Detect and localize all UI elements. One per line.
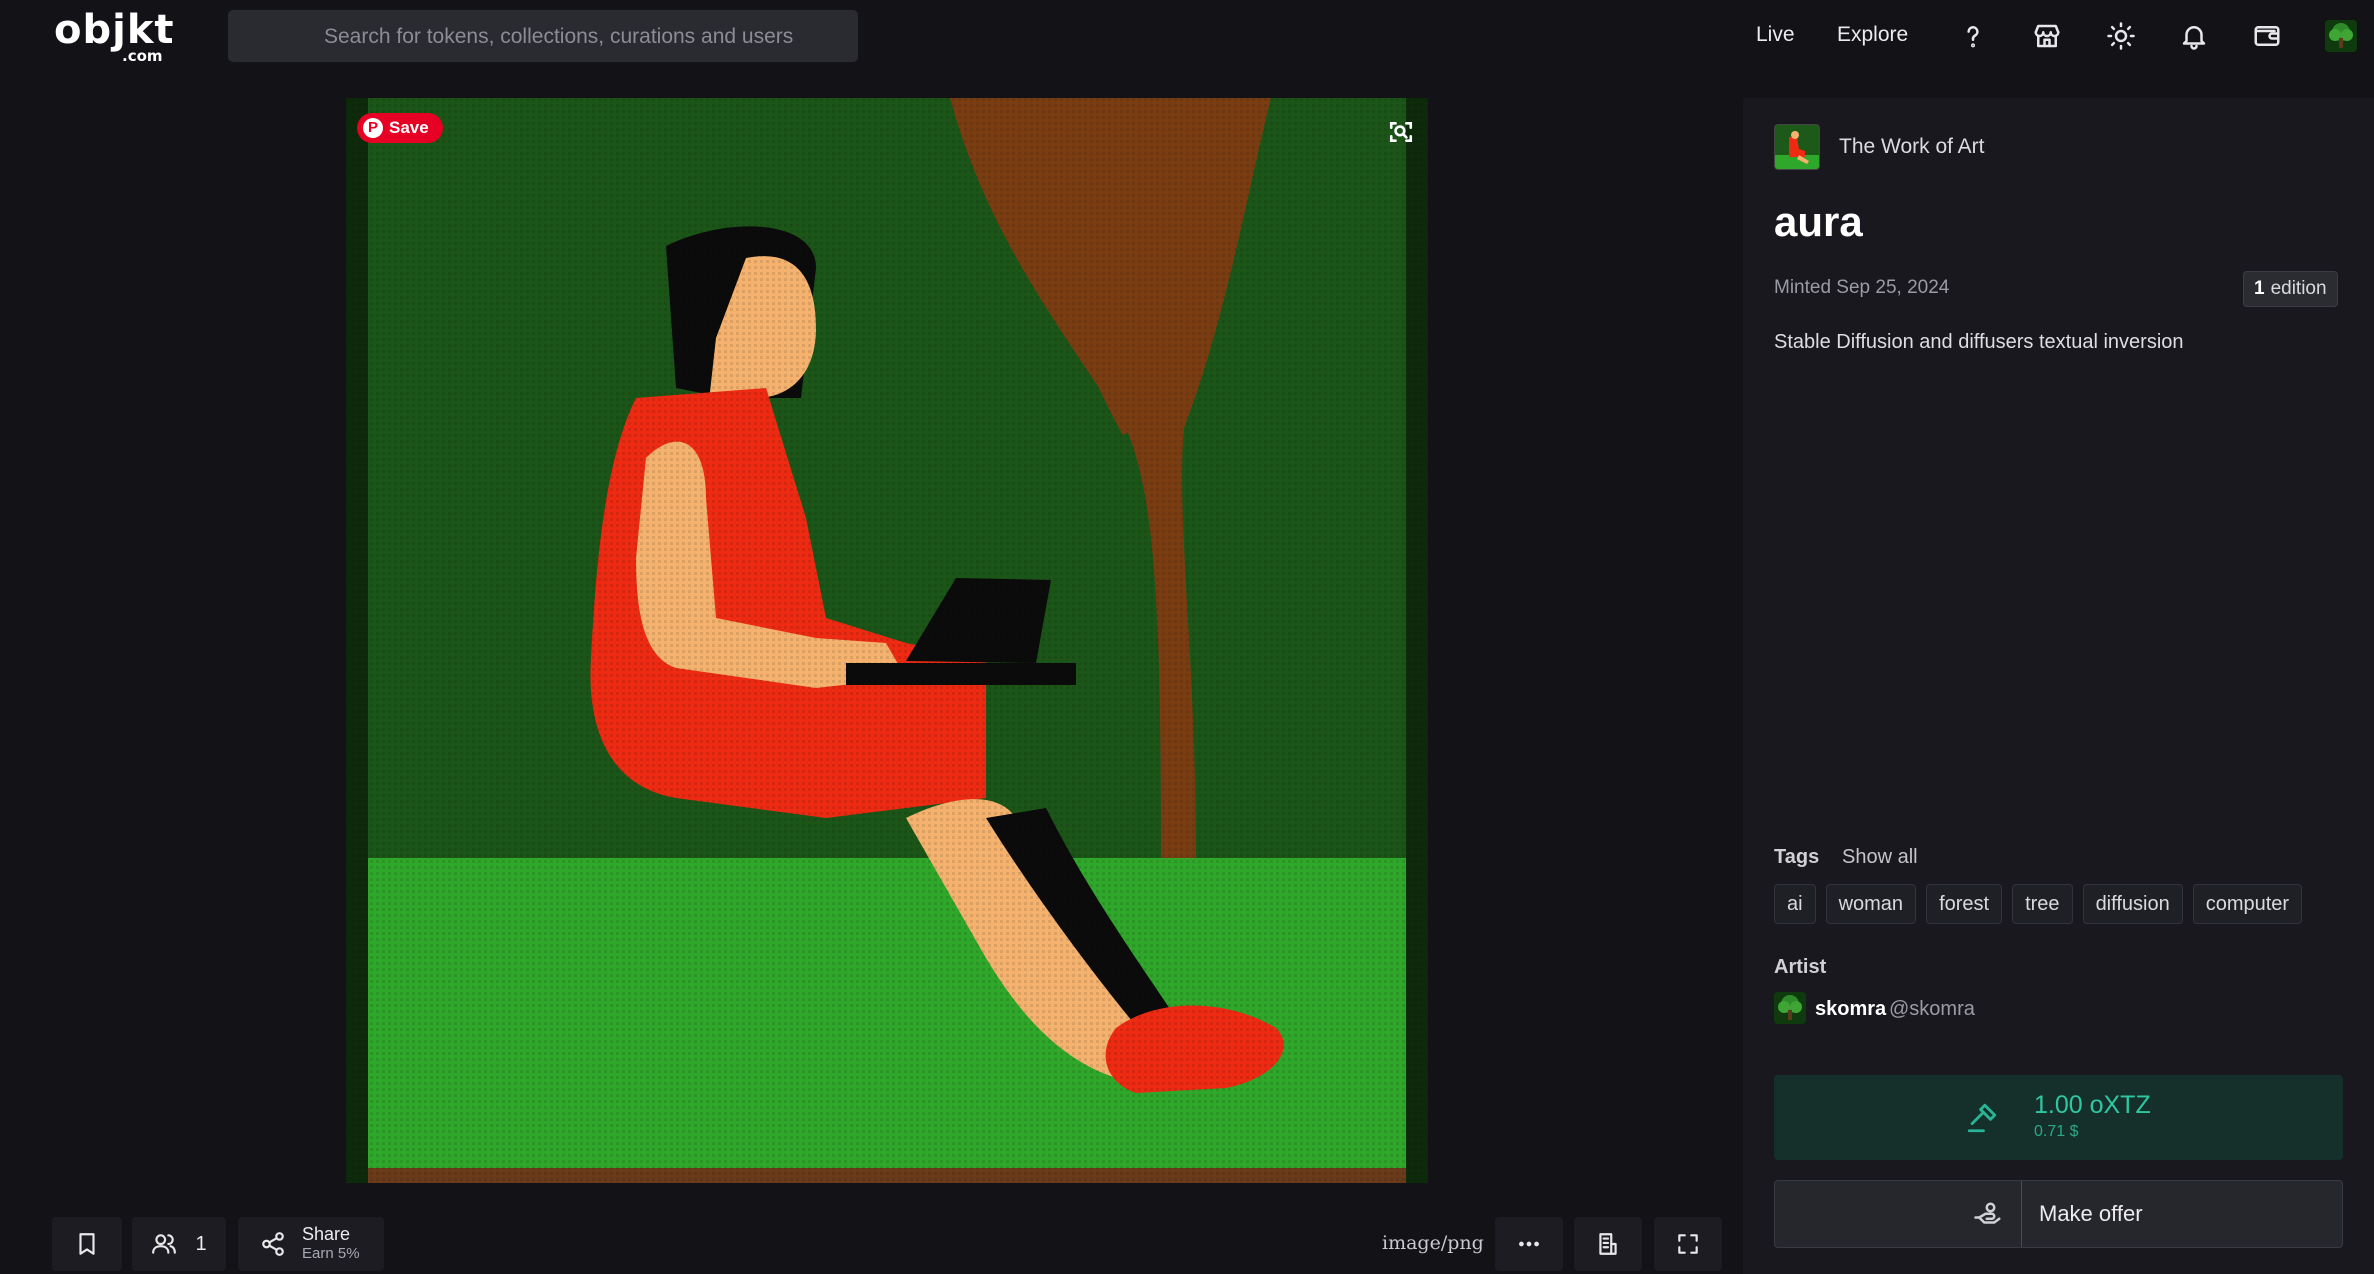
share-earn-label: Earn 5% <box>302 1245 360 1262</box>
offer-divider <box>2021 1181 2022 1247</box>
bookmark-button[interactable] <box>52 1217 122 1271</box>
collection-avatar[interactable] <box>1774 124 1820 170</box>
nav-explore-link[interactable]: Explore <box>1837 23 1908 47</box>
share-icon <box>262 1232 284 1256</box>
fullscreen-icon <box>1678 1234 1698 1254</box>
pinterest-icon: P <box>363 118 383 138</box>
make-offer-label: Make offer <box>2039 1201 2143 1226</box>
document-icon <box>1599 1233 1617 1255</box>
buy-button[interactable]: 1.00 oXTZ 0.71 $ <box>1774 1075 2343 1160</box>
logo-domain: .com <box>122 47 163 65</box>
artist-heading: Artist <box>1774 956 1827 978</box>
tags-show-all-link[interactable]: Show all <box>1842 846 1918 869</box>
visual-search-icon[interactable] <box>1385 116 1417 148</box>
minted-date: Minted Sep 25, 2024 <box>1774 277 1950 298</box>
token-description: Stable Diffusion and diffusers textual i… <box>1774 331 2184 353</box>
buy-price-usd: 0.71 $ <box>2034 1123 2079 1140</box>
bell-icon[interactable] <box>2175 17 2213 55</box>
user-avatar[interactable] <box>2325 20 2357 52</box>
mime-type-label: image/png <box>1382 1232 1484 1254</box>
fullscreen-button[interactable] <box>1654 1217 1722 1271</box>
share-label: Share <box>302 1224 351 1244</box>
artist-avatar[interactable] <box>1774 992 1806 1024</box>
token-title: aura <box>1774 198 1863 245</box>
artist-name-link[interactable]: skomra <box>1815 998 1886 1021</box>
bookmark-icon <box>79 1233 95 1255</box>
owners-count: 1 <box>195 1232 207 1255</box>
tags-list: ai woman forest tree diffusion computer <box>1774 884 2303 924</box>
nav-live-link[interactable]: Live <box>1756 23 1795 47</box>
users-icon <box>152 1234 177 1254</box>
theme-icon[interactable] <box>2102 17 2140 55</box>
gavel-icon <box>1965 1101 1999 1135</box>
wallet-icon[interactable] <box>2248 17 2286 55</box>
share-text: Share Earn 5% <box>302 1224 360 1264</box>
help-icon[interactable] <box>1954 17 1992 55</box>
more-horizontal-icon <box>1519 1241 1539 1247</box>
tags-heading: Tags <box>1774 846 1820 868</box>
tag-chip[interactable]: tree <box>2012 884 2073 924</box>
logo-wordmark: objkt <box>54 7 175 53</box>
collection-name[interactable]: The Work of Art <box>1839 135 1985 159</box>
share-button[interactable]: Share Earn 5% <box>238 1217 384 1271</box>
hand-offer-icon <box>1973 1200 2003 1230</box>
artwork-image[interactable] <box>346 98 1428 1183</box>
search-placeholder: Search for tokens, collections, curation… <box>324 25 794 48</box>
pinterest-save-label: Save <box>389 118 429 137</box>
details-button[interactable] <box>1574 1217 1642 1271</box>
tag-chip[interactable]: forest <box>1926 884 2003 924</box>
objkt-logo[interactable]: objkt .com <box>54 8 174 64</box>
make-offer-button[interactable]: Make offer <box>1774 1180 2343 1248</box>
edition-badge: 1 edition <box>2243 271 2338 307</box>
tag-chip[interactable]: computer <box>2192 884 2303 924</box>
pinterest-save-button[interactable]: P Save <box>357 113 443 143</box>
more-options-button[interactable] <box>1495 1217 1563 1271</box>
shop-icon[interactable] <box>2028 17 2066 55</box>
tag-chip[interactable]: diffusion <box>2082 884 2183 924</box>
buy-price: 1.00 oXTZ <box>2034 1091 2151 1119</box>
edition-count: 1 <box>2254 278 2265 299</box>
artist-handle[interactable]: @skomra <box>1889 998 1975 1021</box>
tag-chip[interactable]: ai <box>1774 884 1816 924</box>
edition-label: edition <box>2270 278 2327 299</box>
owners-button[interactable]: 1 <box>132 1217 226 1271</box>
top-bar: objkt .com Search for tokens, collection… <box>0 0 2374 72</box>
tag-chip[interactable]: woman <box>1825 884 1917 924</box>
search-input[interactable]: Search for tokens, collections, curation… <box>228 10 858 62</box>
